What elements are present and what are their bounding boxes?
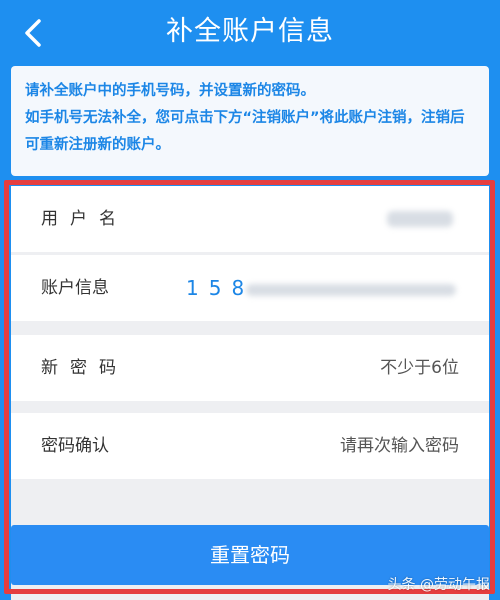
- confirm-password-label: 密码确认: [41, 436, 109, 456]
- notice-box: 请补全账户中的手机号码，并设置新的密码。 如手机号无法补全，您可点击下方“注销账…: [11, 66, 489, 176]
- account-info-label: 账户信息: [41, 278, 109, 298]
- account-info-redacted: [246, 284, 456, 296]
- username-row: 用户名: [11, 186, 489, 252]
- notice-line-1: 请补全账户中的手机号码，并设置新的密码。: [25, 83, 315, 99]
- new-password-row[interactable]: 新密码 不少于6位: [11, 335, 489, 401]
- notice-line-2: 如手机号无法补全，您可点击下方“注销账户”将此账户注销，注销后可重新注册新的账户…: [25, 110, 465, 153]
- account-info-row: 账户信息 158: [11, 255, 489, 321]
- header-bar: 补全账户信息: [0, 0, 500, 66]
- username-label: 用户名: [41, 209, 128, 229]
- confirm-password-row[interactable]: 密码确认 请再次输入密码: [11, 413, 489, 479]
- username-redacted: [387, 211, 453, 227]
- watermark: 头条 @劳动午报: [387, 577, 490, 593]
- new-password-input[interactable]: 不少于6位: [380, 335, 459, 401]
- confirm-password-input[interactable]: 请再次输入密码: [340, 413, 459, 479]
- page-title: 补全账户信息: [166, 16, 334, 47]
- new-password-label: 新密码: [41, 358, 128, 378]
- account-info-value: 158: [186, 276, 255, 300]
